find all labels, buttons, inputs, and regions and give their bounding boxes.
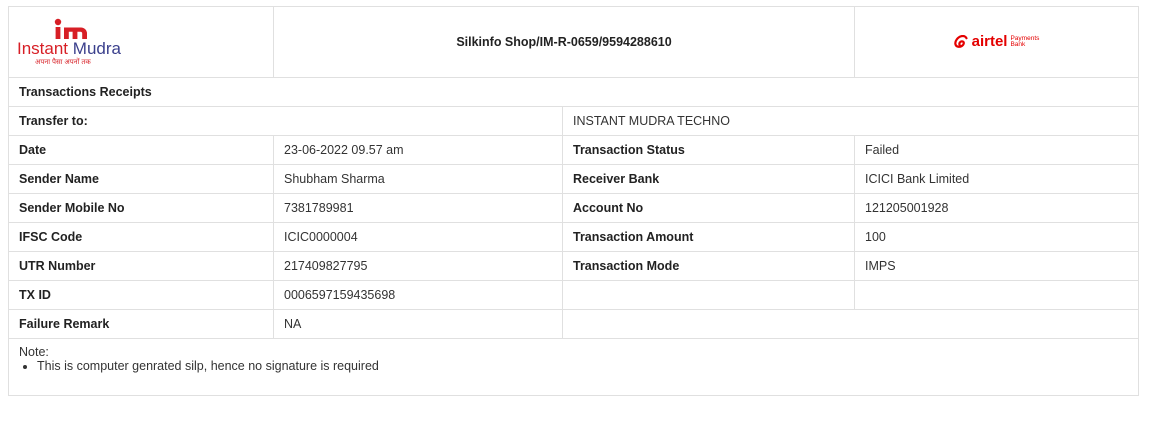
transfer-to-row: Transfer to: INSTANT MUDRA TECHNO [8,106,1139,136]
row-label: Transaction Status [562,135,855,165]
instant-mudra-logo: Instant Mudra अपना पैसा अपनों तक [17,18,157,67]
im-logo-icon [17,18,127,40]
airtel-subtext: Payments Bank [1010,35,1039,48]
note-cell: Note: This is computer genrated silp, he… [8,338,1139,396]
failure-remark-label: Failure Remark [8,309,274,339]
brand-logo-cell: Instant Mudra अपना पैसा अपनों तक [8,6,274,78]
row-value: ICIC0000004 [273,222,563,252]
transfer-to-label: Transfer to: [8,106,563,136]
receipt-table: Instant Mudra अपना पैसा अपनों तक Silkinf… [8,6,1139,396]
row-value: 100 [854,222,1139,252]
note-label: Note: [19,345,49,359]
section-title: Transactions Receipts [8,77,1139,107]
failure-remark-row: Failure Remark NA [8,309,1139,339]
section-title-row: Transactions Receipts [8,77,1139,107]
row-value: ICICI Bank Limited [854,164,1139,194]
row-label: IFSC Code [8,222,274,252]
row-label: Sender Name [8,164,274,194]
row-value: Shubham Sharma [273,164,563,194]
airtel-swirl-icon [953,35,968,48]
note-row: Note: This is computer genrated silp, he… [8,338,1139,396]
row-label: Sender Mobile No [8,193,274,223]
row-value: 0006597159435698 [273,280,563,310]
row-label: Account No [562,193,855,223]
detail-row: IFSC Code ICIC0000004 Transaction Amount… [8,222,1139,252]
row-value: 217409827795 [273,251,563,281]
row-value: 7381789981 [273,193,563,223]
brand-name-word2: Mudra [72,38,121,58]
row-value [854,280,1139,310]
row-label: TX ID [8,280,274,310]
failure-remark-value: NA [273,309,563,339]
detail-row: TX ID 0006597159435698 [8,280,1139,310]
detail-row: Sender Name Shubham Sharma Receiver Bank… [8,164,1139,194]
airtel-sub2: Bank [1010,40,1026,48]
detail-row: Date 23-06-2022 09.57 am Transaction Sta… [8,135,1139,165]
brand-name: Instant Mudra [17,38,121,58]
note-item: This is computer genrated silp, hence no… [37,359,1128,373]
row-label: UTR Number [8,251,274,281]
brand-tagline: अपना पैसा अपनों तक [35,58,91,66]
row-label: Transaction Mode [562,251,855,281]
bank-logo-cell: airtel Payments Bank [854,6,1139,78]
airtel-word: airtel [971,33,1008,50]
brand-name-word1: Instant [17,38,69,58]
shop-id: Silkinfo Shop/IM-R-0659/9594288610 [273,6,855,78]
row-value: 121205001928 [854,193,1139,223]
row-label [562,280,855,310]
row-label: Transaction Amount [562,222,855,252]
row-value: IMPS [854,251,1139,281]
airtel-payments-bank-logo: airtel Payments Bank [953,33,1039,50]
note-list: This is computer genrated silp, hence no… [19,359,1128,373]
row-label: Receiver Bank [562,164,855,194]
row-label: Date [8,135,274,165]
detail-row: UTR Number 217409827795 Transaction Mode… [8,251,1139,281]
empty-cell [562,309,1139,339]
row-value: Failed [854,135,1139,165]
row-value: 23-06-2022 09.57 am [273,135,563,165]
detail-row: Sender Mobile No 7381789981 Account No 1… [8,193,1139,223]
transfer-to-value: INSTANT MUDRA TECHNO [562,106,1139,136]
receipt-header: Instant Mudra अपना पैसा अपनों तक Silkinf… [8,6,1139,78]
